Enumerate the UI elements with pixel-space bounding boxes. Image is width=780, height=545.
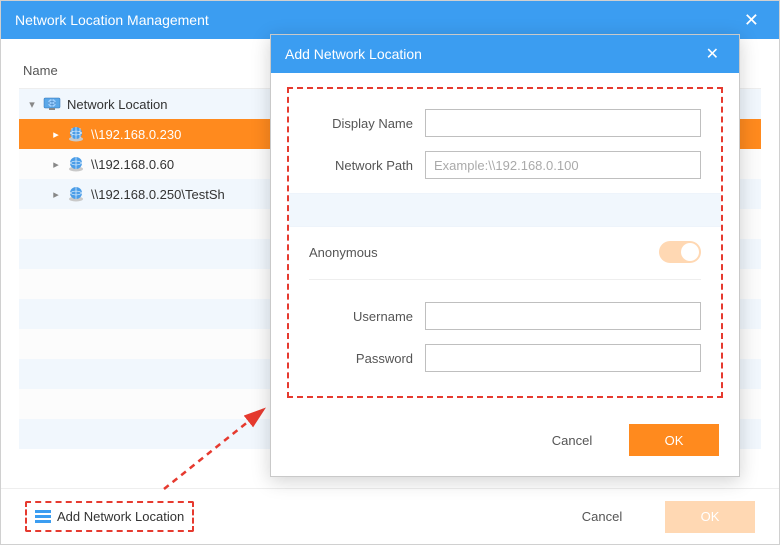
password-row: Password: [309, 344, 701, 372]
add-location-dialog: Add Network Location ✕ Display Name Netw…: [270, 34, 740, 477]
globe-drive-icon: [67, 155, 85, 173]
globe-drive-icon: [67, 185, 85, 203]
anonymous-toggle[interactable]: [659, 241, 701, 263]
chevron-right-icon[interactable]: ▸: [49, 128, 63, 141]
display-name-row: Display Name: [309, 109, 701, 137]
main-footer: Add Network Location Cancel OK: [1, 488, 779, 544]
section-divider: [289, 193, 721, 227]
globe-drive-icon: [67, 125, 85, 143]
main-cancel-button[interactable]: Cancel: [557, 501, 647, 533]
list-icon: [35, 510, 51, 524]
tree-item-label: \\192.168.0.230: [91, 127, 181, 142]
add-link-label: Add Network Location: [57, 509, 184, 524]
dialog-form-area: Display Name Network Path Anonymous User…: [287, 87, 723, 398]
chevron-right-icon[interactable]: ▸: [49, 188, 63, 201]
network-path-row: Network Path: [309, 151, 701, 179]
toggle-knob: [681, 243, 699, 261]
anonymous-label: Anonymous: [309, 245, 378, 260]
chevron-down-icon[interactable]: ▾: [25, 98, 39, 111]
dialog-titlebar: Add Network Location ✕: [271, 35, 739, 73]
dialog-title: Add Network Location: [285, 46, 422, 62]
password-label: Password: [309, 351, 425, 366]
username-input[interactable]: [425, 302, 701, 330]
network-path-input[interactable]: [425, 151, 701, 179]
tree-root-label: Network Location: [67, 97, 167, 112]
add-network-location-link[interactable]: Add Network Location: [25, 501, 194, 532]
close-icon[interactable]: ✕: [700, 44, 725, 64]
network-icon: [43, 95, 61, 113]
tree-item-label: \\192.168.0.250\TestSh: [91, 187, 225, 202]
username-label: Username: [309, 309, 425, 324]
password-input[interactable]: [425, 344, 701, 372]
dialog-ok-button[interactable]: OK: [629, 424, 719, 456]
chevron-right-icon[interactable]: ▸: [49, 158, 63, 171]
anonymous-row: Anonymous: [309, 241, 701, 280]
network-path-label: Network Path: [309, 158, 425, 173]
username-row: Username: [309, 302, 701, 330]
main-ok-button[interactable]: OK: [665, 501, 755, 533]
main-title: Network Location Management: [15, 12, 209, 28]
display-name-label: Display Name: [309, 116, 425, 131]
display-name-input[interactable]: [425, 109, 701, 137]
dialog-cancel-button[interactable]: Cancel: [527, 424, 617, 456]
footer-buttons: Cancel OK: [557, 501, 755, 533]
tree-item-label: \\192.168.0.60: [91, 157, 174, 172]
dialog-body: Display Name Network Path Anonymous User…: [271, 73, 739, 408]
dialog-footer: Cancel OK: [271, 408, 739, 476]
close-icon[interactable]: ✕: [738, 10, 765, 31]
